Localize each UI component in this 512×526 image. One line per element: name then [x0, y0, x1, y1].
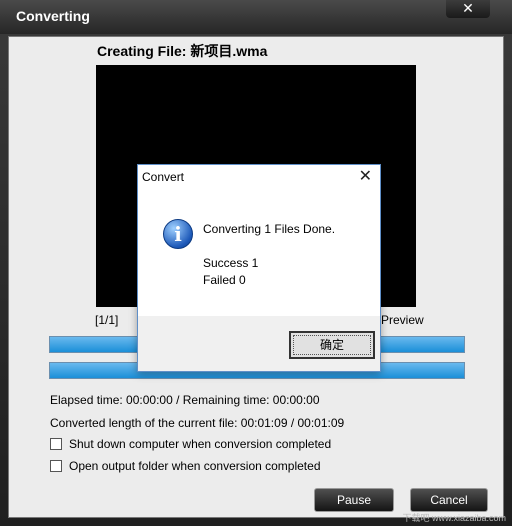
- cancel-button[interactable]: Cancel: [410, 488, 488, 512]
- dialog-footer: 确定: [138, 316, 380, 371]
- convert-dialog: Convert ✕ i Converting 1 Files Done. Suc…: [137, 164, 381, 372]
- dialog-failed-count: Failed 0: [203, 273, 246, 287]
- close-icon[interactable]: ✕: [446, 0, 490, 18]
- dialog-success-count: Success 1: [203, 256, 259, 270]
- shutdown-checkbox[interactable]: [50, 438, 62, 450]
- watermark-logo: 下载吧 www.xiazaiba.com: [402, 513, 506, 523]
- open-folder-checkbox-row[interactable]: Open output folder when conversion compl…: [50, 459, 321, 473]
- ok-button-focus-ring: [293, 335, 371, 355]
- dialog-close-icon[interactable]: ✕: [359, 166, 372, 186]
- file-counter: [1/1]: [95, 313, 119, 327]
- preview-label: Preview: [381, 313, 424, 327]
- shutdown-checkbox-label: Shut down computer when conversion compl…: [69, 437, 332, 451]
- pause-button[interactable]: Pause: [314, 488, 394, 512]
- shutdown-checkbox-row[interactable]: Shut down computer when conversion compl…: [50, 437, 331, 451]
- title-bar[interactable]: Converting ✕: [0, 0, 512, 34]
- info-icon: i: [163, 219, 193, 249]
- converted-length-text: Converted length of the current file: 00…: [50, 416, 345, 430]
- open-folder-checkbox[interactable]: [50, 460, 62, 472]
- window-title: Converting: [16, 8, 90, 24]
- creating-file-label: Creating File: 新项目.wma: [97, 43, 268, 59]
- dialog-message: Converting 1 Files Done.: [203, 222, 336, 236]
- open-folder-checkbox-label: Open output folder when conversion compl…: [69, 459, 321, 473]
- ok-button[interactable]: 确定: [289, 331, 375, 359]
- dialog-title: Convert: [142, 170, 185, 184]
- elapsed-time-text: Elapsed time: 00:00:00 / Remaining time:…: [50, 393, 320, 407]
